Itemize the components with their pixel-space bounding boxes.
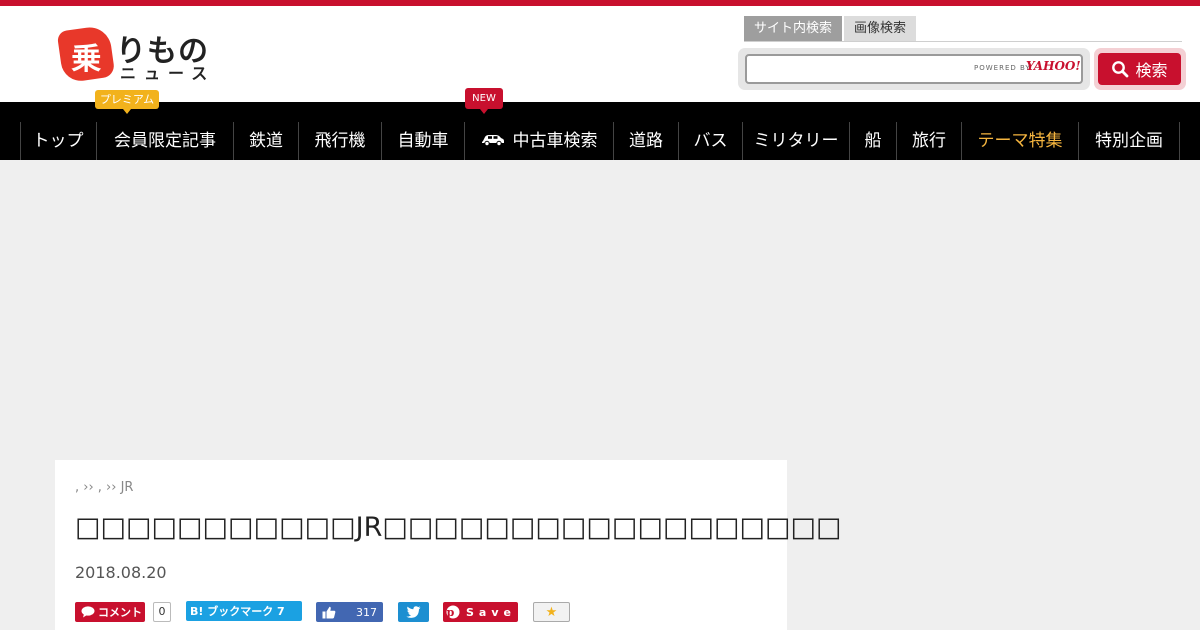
nav-item-bus[interactable]: バス [679,122,743,160]
nav-item-top[interactable]: トップ [20,122,97,160]
article-title: □□□□□□□□□□□JR□□□□□□□□□□□□□□□□□□ [75,512,842,543]
search-button[interactable]: 検索 [1098,53,1181,85]
main-nav: トップ 会員限定記事 鉄道 飛行機 自動車 中古車検索 道路 バス ミリタリー … [0,102,1200,160]
nav-item-railway[interactable]: 鉄道 [234,122,299,160]
logo-mark-char: 乗 [71,41,102,77]
nav-item-members[interactable]: 会員限定記事 [97,122,234,160]
nav-item-road[interactable]: 道路 [614,122,679,160]
logo-text-bottom: ニュース [120,64,216,83]
twitter-button[interactable] [398,602,429,622]
twitter-bird-icon [406,606,421,618]
nav-item-label: 中古車検索 [512,131,598,151]
breadcrumb[interactable]: , ›› , ›› JR [75,480,133,495]
nav-item-airplane[interactable]: 飛行機 [299,122,382,160]
new-badge: NEW [465,88,503,114]
yahoo-logo: YAHOO! [1026,59,1081,73]
ad-space [0,160,1200,460]
pinterest-label: Save [466,605,516,619]
nav-item-used-car-search[interactable]: 中古車検索 [465,122,614,160]
car-icon [481,135,504,146]
search-button-label: 検索 [1135,61,1168,80]
thumbs-up-icon [322,606,336,618]
article-card: , ›› , ›› JR □□□□□□□□□□□JR□□□□□□□□□□□□□□… [55,460,842,630]
tab-site-search[interactable]: サイト内検索 [744,16,843,41]
nav-item-theme-feature[interactable]: テーマ特集 [962,122,1079,160]
pinterest-icon: p [446,605,460,619]
nav-item-car[interactable]: 自動車 [382,122,465,160]
svg-text:p: p [447,606,460,619]
speech-bubble-icon [81,606,95,618]
nav-item-military[interactable]: ミリタリー [743,122,850,160]
search-divider [744,41,1182,42]
powered-by-label: POWERED BY [974,64,1031,72]
site-logo[interactable]: 乗 りもの ニュース [56,24,230,88]
nav-item-travel[interactable]: 旅行 [897,122,962,160]
premium-badge: プレミアム [95,90,159,114]
comment-button[interactable]: コメント [75,602,145,622]
favorite-button[interactable]: ★ [533,602,570,622]
facebook-like-button[interactable]: 317 [316,602,383,622]
search-icon [1112,61,1129,78]
facebook-count: 317 [356,605,377,619]
logo-mark: 乗 [56,24,116,84]
nav-item-ship[interactable]: 船 [850,122,897,160]
search-button-wrap: 検索 [1094,48,1186,90]
search-tabs: サイト内検索 画像検索 [744,16,918,41]
comment-count: 0 [153,602,171,622]
hatena-bookmark-button[interactable]: B! ブックマーク 7 [186,601,302,621]
comment-label: コメント [98,606,142,619]
nav-item-special[interactable]: 特別企画 [1079,122,1180,160]
tab-image-search[interactable]: 画像検索 [844,16,917,41]
star-icon: ★ [545,604,558,620]
pinterest-save-button[interactable]: p Save [443,602,518,622]
article-date: 2018.08.20 [75,563,167,582]
